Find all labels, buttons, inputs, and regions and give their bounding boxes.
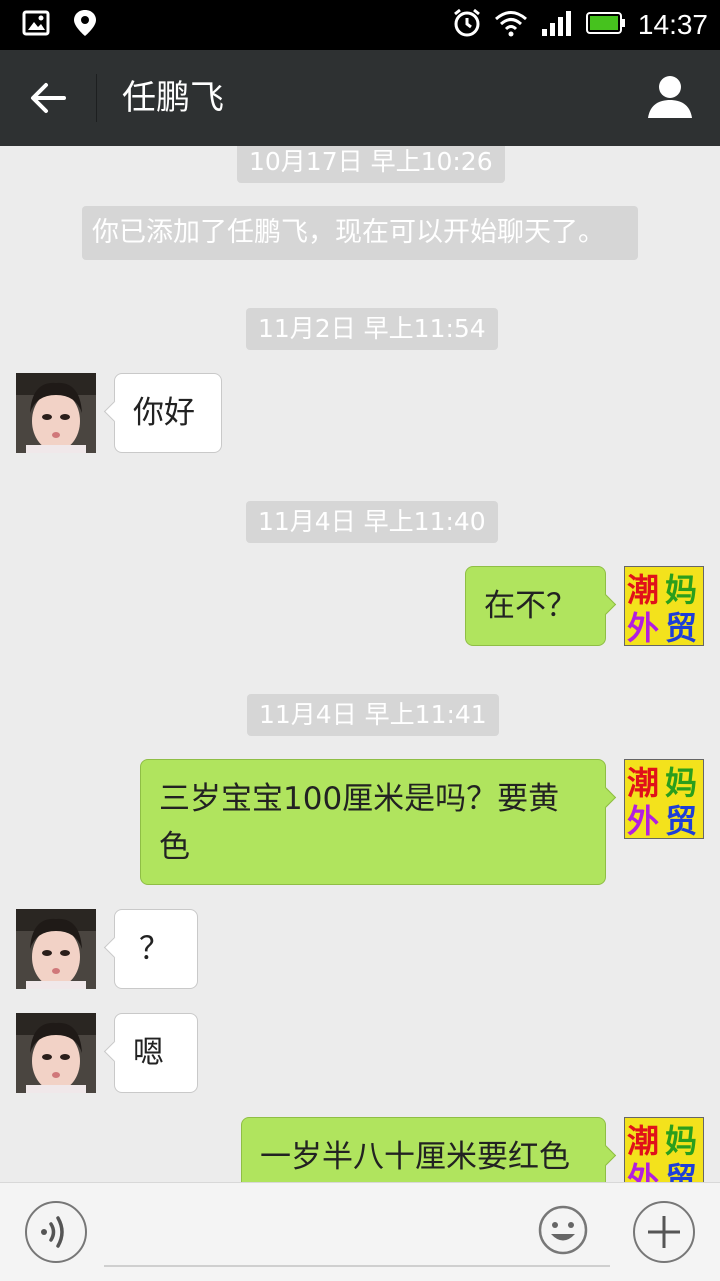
contact-avatar[interactable]: [16, 909, 96, 989]
timestamp: 11月4日 早上11:40: [246, 501, 498, 543]
person-icon: [648, 76, 692, 118]
signal-icon: [540, 9, 574, 41]
system-message: 你已添加了任鹏飞，现在可以开始聊天了。: [82, 206, 638, 260]
chat-header: 任鹏飞: [0, 50, 720, 146]
incoming-message-bubble[interactable]: 嗯: [103, 1013, 198, 1093]
status-bar: 14:37: [0, 0, 720, 50]
outgoing-message-bubble[interactable]: 在不？: [465, 566, 617, 646]
back-arrow-icon: [31, 83, 66, 113]
contact-avatar[interactable]: [16, 373, 96, 453]
svg-text:外: 外: [627, 609, 659, 645]
image-icon: [22, 10, 50, 40]
message-text: 嗯: [133, 1035, 164, 1071]
svg-text:潮: 潮: [627, 571, 659, 609]
map-pin-icon: [72, 8, 98, 42]
message-text-input[interactable]: [104, 1203, 610, 1267]
contact-avatar[interactable]: [16, 1013, 96, 1093]
svg-text:妈: 妈: [665, 571, 697, 609]
back-button[interactable]: [20, 70, 76, 126]
svg-text:外: 外: [627, 802, 659, 838]
svg-text:潮: 潮: [627, 1122, 659, 1160]
outgoing-message-bubble[interactable]: 一岁半八十厘米要红色: [241, 1117, 617, 1182]
timestamp: 10月17日 早上10:26: [237, 146, 505, 183]
header-divider: [96, 74, 97, 122]
message-input-bar: [0, 1182, 720, 1281]
voice-icon: [25, 1201, 87, 1263]
alarm-icon: [452, 8, 482, 42]
shop-logo-icon: 潮 妈 外 贸: [625, 760, 703, 838]
shop-logo-icon: 潮 妈 外 贸: [625, 1118, 703, 1182]
incoming-message-bubble[interactable]: 你好: [103, 373, 222, 453]
status-time: 14:37: [637, 9, 708, 40]
svg-text:妈: 妈: [665, 764, 697, 802]
timestamp: 11月4日 早上11:41: [247, 694, 499, 736]
plus-icon: [633, 1201, 695, 1263]
more-options-button[interactable]: [632, 1200, 696, 1264]
incoming-message-bubble[interactable]: ？: [103, 909, 198, 989]
svg-text:潮: 潮: [627, 764, 659, 802]
svg-text:贸: 贸: [665, 609, 697, 645]
wifi-icon: [494, 9, 528, 41]
battery-icon: [585, 11, 626, 39]
contact-profile-button[interactable]: [644, 72, 696, 124]
shop-logo-icon: 潮 妈 外 贸: [625, 567, 703, 645]
message-text: ？: [139, 931, 170, 967]
svg-text:外: 外: [627, 1160, 659, 1182]
emoji-icon: [538, 1205, 588, 1255]
svg-text:贸: 贸: [665, 1160, 697, 1182]
voice-button[interactable]: [24, 1200, 88, 1264]
timestamp: 11月2日 早上11:54: [246, 308, 498, 350]
message-text: 你好: [133, 395, 195, 431]
my-avatar[interactable]: 潮 妈 外 贸: [624, 566, 704, 646]
outgoing-message-bubble[interactable]: 三岁宝宝100厘米是吗？要黄色: [140, 759, 617, 885]
svg-text:贸: 贸: [665, 802, 697, 838]
message-text: 三岁宝宝100厘米是吗？要黄色: [159, 781, 560, 865]
message-text: 一岁半八十厘米要红色: [260, 1139, 570, 1175]
my-avatar[interactable]: 潮 妈 外 贸: [624, 1117, 704, 1182]
message-text: 在不？: [484, 588, 577, 624]
contact-name-title: 任鹏飞: [122, 78, 224, 118]
chat-message-list[interactable]: 10月17日 早上10:26 你已添加了任鹏飞，现在可以开始聊天了。 11月2日…: [0, 146, 720, 1182]
svg-text:妈: 妈: [665, 1122, 697, 1160]
my-avatar[interactable]: 潮 妈 外 贸: [624, 759, 704, 839]
emoji-button[interactable]: [538, 1205, 588, 1255]
